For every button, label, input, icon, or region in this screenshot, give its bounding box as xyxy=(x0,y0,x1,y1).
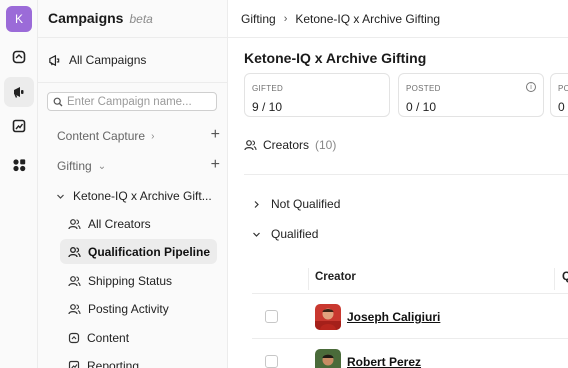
breadcrumb-separator-icon: › xyxy=(283,13,288,25)
page-title: Ketone-IQ x Archive Gifting xyxy=(244,50,427,66)
megaphone-icon[interactable] xyxy=(4,77,34,107)
add-icon[interactable]: + xyxy=(211,157,220,173)
icon-rail: K xyxy=(0,0,38,368)
search-icon xyxy=(53,97,63,106)
info-icon[interactable]: i xyxy=(526,82,536,92)
workspace-avatar[interactable]: K xyxy=(6,6,32,32)
chart-icon[interactable] xyxy=(4,111,34,141)
campaign-item[interactable]: Ketone-IQ x Archive Gift... xyxy=(56,185,221,207)
row-checkbox[interactable] xyxy=(265,310,278,323)
divider xyxy=(38,82,228,83)
chevron-down-icon: ⌄ xyxy=(97,160,107,172)
sidebar-item-label: Content xyxy=(87,330,130,345)
stat-value: 0 xyxy=(558,100,565,114)
users-icon xyxy=(68,275,81,286)
users-icon xyxy=(244,140,257,151)
content-icon xyxy=(68,332,80,343)
sidebar-item-reporting[interactable]: Reporting xyxy=(60,353,217,368)
table-header: Creator Q xyxy=(252,262,568,294)
section-label: Content Capture xyxy=(57,129,146,143)
creator-name-link[interactable]: Joseph Caligiuri xyxy=(347,310,440,324)
sidebar-item-label: Shipping Status xyxy=(88,273,173,288)
creator-avatar xyxy=(315,304,341,330)
sidebar-item-qualification-pipeline[interactable]: Qualification Pipeline xyxy=(60,239,217,264)
users-icon xyxy=(68,246,81,257)
beta-label: beta xyxy=(129,12,153,26)
section-content-capture[interactable]: Content Capture › + xyxy=(48,125,220,147)
column-header-next[interactable]: Q xyxy=(562,271,568,283)
sidebar-item-label: Reporting xyxy=(87,358,140,368)
megaphone-icon xyxy=(49,54,60,66)
breadcrumb-root[interactable]: Gifting xyxy=(241,12,276,26)
column-header-creator[interactable]: Creator xyxy=(315,271,356,283)
sidebar-title: Campaigns xyxy=(48,10,124,26)
divider xyxy=(38,37,228,38)
group-label: Not Qualified xyxy=(271,197,341,211)
users-icon xyxy=(68,303,81,314)
group-qualified[interactable]: Qualified xyxy=(252,224,552,244)
sidebar-item-label: Qualification Pipeline xyxy=(88,244,211,259)
workspace-avatar-letter: K xyxy=(14,12,23,26)
all-campaigns-link[interactable]: All Campaigns xyxy=(48,49,220,71)
breadcrumb-current: Ketone-IQ x Archive Gifting xyxy=(295,12,441,26)
sidebar-item-label: Posting Activity xyxy=(88,301,169,316)
chevron-right-icon: › xyxy=(151,130,155,142)
creators-label: Creators xyxy=(263,138,310,152)
sidebar: Campaigns beta All Campaigns Content Cap… xyxy=(38,0,228,368)
chevron-down-icon xyxy=(57,194,64,199)
sidebar-item-posting-activity[interactable]: Posting Activity xyxy=(60,296,217,321)
stat-label: POSTED xyxy=(406,84,441,93)
creator-name-link[interactable]: Robert Perez xyxy=(347,355,421,368)
group-label: Qualified xyxy=(271,227,319,241)
apps-icon[interactable] xyxy=(4,150,34,180)
stat-card-gifted: GIFTED 9 / 10 xyxy=(244,73,390,117)
column-divider xyxy=(308,268,309,290)
users-icon xyxy=(68,218,81,229)
column-divider xyxy=(554,268,555,290)
sidebar-header: Campaigns beta xyxy=(48,10,153,26)
main-panel: Gifting › Ketone-IQ x Archive Gifting Ke… xyxy=(228,0,568,368)
campaign-search[interactable] xyxy=(47,92,217,111)
stat-card-partial: PO 0 xyxy=(550,73,568,117)
all-campaigns-label: All Campaigns xyxy=(69,53,147,67)
divider xyxy=(228,37,568,38)
creator-avatar xyxy=(315,349,341,368)
sidebar-item-shipping-status[interactable]: Shipping Status xyxy=(60,268,217,293)
chevron-down-icon xyxy=(253,232,260,237)
creators-count: (10) xyxy=(315,138,337,152)
box-icon[interactable] xyxy=(4,42,34,72)
breadcrumb: Gifting › Ketone-IQ x Archive Gifting xyxy=(241,12,440,26)
search-input[interactable] xyxy=(67,95,207,108)
table-row: Joseph Caligiuri xyxy=(252,295,568,339)
divider xyxy=(244,174,568,175)
section-gifting[interactable]: Gifting ⌄ + xyxy=(48,155,220,177)
table-row: Robert Perez xyxy=(252,340,568,368)
stat-label: GIFTED xyxy=(252,84,284,93)
chart-icon xyxy=(68,360,80,368)
stat-value: 9 / 10 xyxy=(252,100,283,114)
stat-card-posted: POSTED 0 / 10 i xyxy=(398,73,544,117)
creators-header: Creators (10) xyxy=(244,138,336,152)
stat-label: PO xyxy=(558,84,568,93)
group-not-qualified[interactable]: Not Qualified xyxy=(252,194,552,214)
campaign-name: Ketone-IQ x Archive Gift... xyxy=(73,189,212,203)
sidebar-item-all-creators[interactable]: All Creators xyxy=(60,211,217,236)
add-icon[interactable]: + xyxy=(211,127,220,143)
row-checkbox[interactable] xyxy=(265,355,278,368)
sidebar-item-label: All Creators xyxy=(88,216,151,231)
stat-value: 0 / 10 xyxy=(406,100,437,114)
sidebar-item-content[interactable]: Content xyxy=(60,325,217,350)
section-label: Gifting xyxy=(57,159,92,173)
chevron-right-icon xyxy=(254,200,259,208)
